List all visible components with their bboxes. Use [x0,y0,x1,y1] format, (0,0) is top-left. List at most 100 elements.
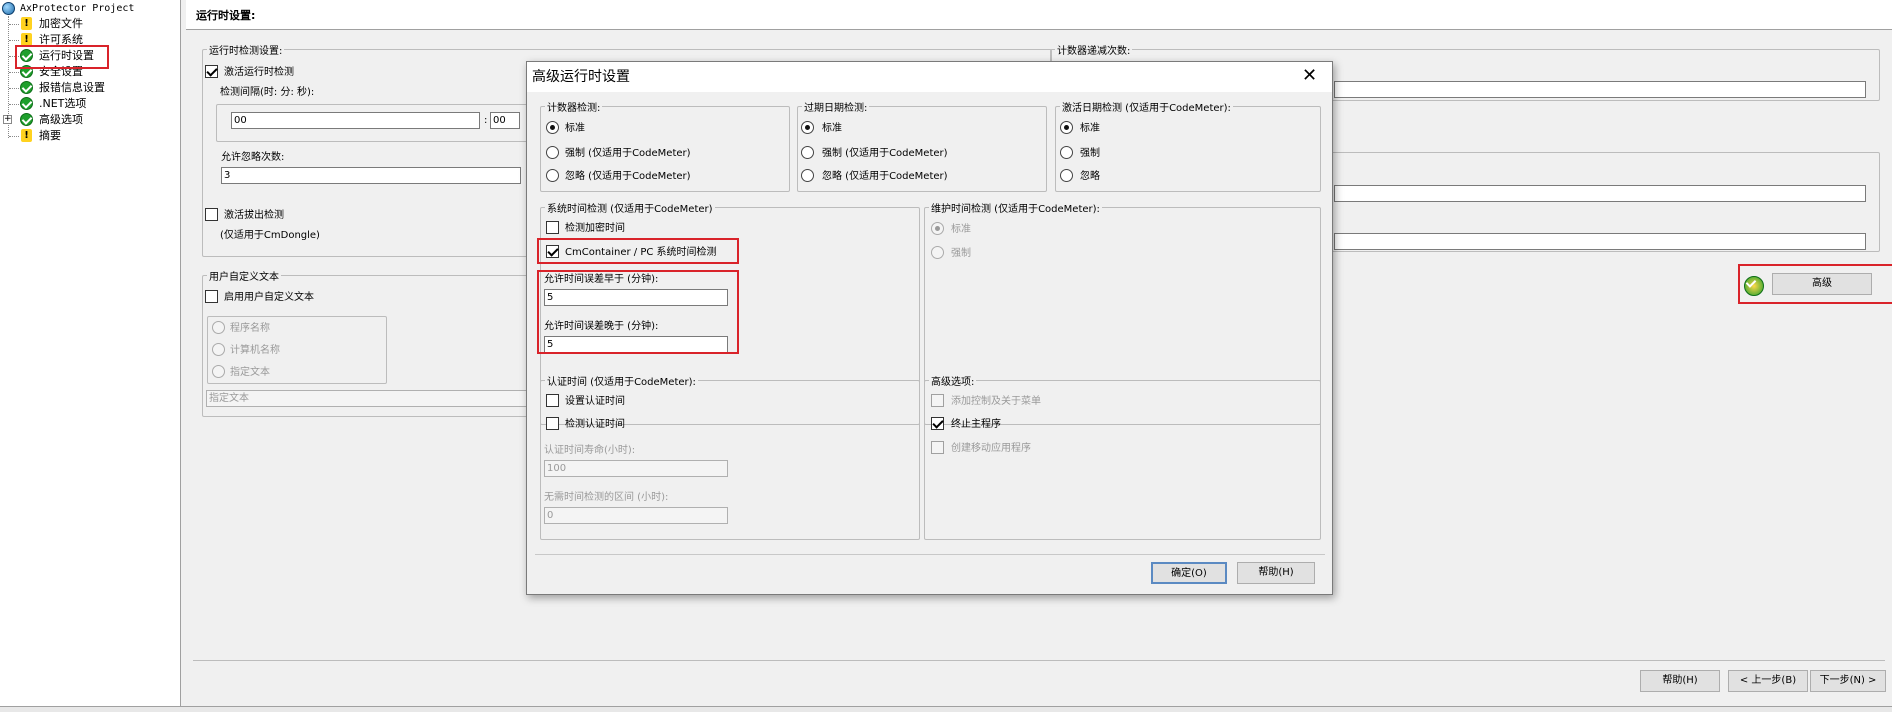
advanced-runtime-dialog[interactable]: 高级运行时设置 ✕ 计数器检测: 标准 强制 (仅适用于CodeMeter) 忽… [526,61,1333,595]
check-icon [20,113,33,126]
activate-unplug-label: 激活拔出检测 [224,210,284,221]
tree-item-encrypt-files[interactable]: 加密文件 [39,16,83,32]
activation-standard-radio[interactable] [1060,121,1073,134]
tree-item-dotnet-options[interactable]: .NET选项 [39,96,86,112]
group-title: 激活日期检测 (仅适用于CodeMeter): [1060,99,1233,114]
warning-icon: ! [21,17,32,30]
activation-standard-label: 标准 [1080,123,1100,134]
activation-ignore-radio[interactable] [1060,169,1073,182]
early-tolerance-label: 允许时间误差早于 (分钟): [544,274,659,285]
tree-item-license-system[interactable]: 许可系统 [39,32,83,48]
check-icon [20,65,33,78]
counter-ignore-radio[interactable] [546,169,559,182]
specified-text-radio[interactable] [212,365,225,378]
no-check-interval-input[interactable]: 0 [544,507,728,524]
group-title: 高级选项: [929,373,977,388]
counter-force-label: 强制 (仅适用于CodeMeter) [565,148,691,159]
activate-unplug-checkbox[interactable] [205,208,218,221]
group-title: 维护时间检测 (仅适用于CodeMeter): [929,200,1102,215]
check-encrypt-time-label: 检测加密时间 [565,223,625,234]
maintenance-force-radio[interactable] [931,246,944,259]
specified-text-label: 指定文本 [230,367,270,378]
tree-item-advanced-options[interactable]: 高级选项 [39,112,83,128]
right-input-1[interactable] [1334,185,1866,202]
activation-force-label: 强制 [1080,148,1100,159]
early-tolerance-input[interactable]: 5 [544,289,728,306]
check-icon [20,97,33,110]
interval-minutes-input[interactable]: 00 [490,112,520,129]
program-name-label: 程序名称 [230,323,270,334]
terminate-main-program-checkbox[interactable] [931,417,944,430]
computer-name-radio[interactable] [212,343,225,356]
expand-icon[interactable]: + [3,115,12,124]
certified-lifetime-label: 认证时间寿命(小时): [544,445,636,456]
create-mobile-app-label: 创建移动应用程序 [951,443,1031,454]
activation-ignore-label: 忽略 [1080,171,1100,182]
tree-item-security-settings[interactable]: 安全设置 [39,64,83,80]
no-check-interval-label: 无需时间检测的区间 (小时): [544,492,669,503]
check-certified-time-checkbox[interactable] [546,417,559,430]
expiry-standard-label: 标准 [822,123,842,134]
advanced-settings-icon [1744,276,1764,296]
group-title: 计数器递减次数: [1055,42,1133,57]
enable-user-text-checkbox[interactable] [205,290,218,303]
check-certified-time-label: 检测认证时间 [565,419,625,430]
maintenance-standard-radio[interactable] [931,222,944,235]
set-certified-time-label: 设置认证时间 [565,396,625,407]
close-icon[interactable]: ✕ [1302,66,1317,86]
enable-user-text-label: 启用用户自定义文本 [224,292,314,303]
add-control-menu-label: 添加控制及关于菜单 [951,396,1041,407]
tree-item-runtime-settings[interactable]: 运行时设置 [39,48,94,64]
expiry-ignore-label: 忽略 (仅适用于CodeMeter) [822,171,948,182]
status-bar [0,706,1892,712]
certified-lifetime-input[interactable]: 100 [544,460,728,477]
tree-root[interactable]: AxProtector Project [20,1,134,17]
right-input-2[interactable] [1334,233,1866,250]
expiry-standard-radio[interactable] [801,121,814,134]
counter-ignore-label: 忽略 (仅适用于CodeMeter) [565,171,691,182]
terminate-main-program-label: 终止主程序 [951,419,1001,430]
interval-hours-input[interactable]: 00 [231,112,480,129]
counter-force-radio[interactable] [546,146,559,159]
add-control-menu-checkbox[interactable] [931,394,944,407]
warning-icon: ! [21,33,32,46]
group-title: 系统时间检测 (仅适用于CodeMeter) [545,200,715,215]
group-title: 过期日期检测: [802,99,870,114]
counter-decrement-input[interactable] [1334,81,1866,98]
ignore-count-input[interactable]: 3 [221,167,521,184]
dialog-help-button[interactable]: 帮助(H) [1237,562,1315,584]
program-name-radio[interactable] [212,321,225,334]
dialog-titlebar[interactable]: 高级运行时设置 ✕ [527,62,1332,92]
advanced-button[interactable]: 高级 [1772,273,1872,295]
check-icon [20,81,33,94]
page-header: 运行时设置: [186,0,1892,30]
late-tolerance-input[interactable]: 5 [544,336,728,353]
group-title: 用户自定义文本 [207,268,281,283]
counter-standard-label: 标准 [565,123,585,134]
expiry-ignore-radio[interactable] [801,169,814,182]
group-title: 计数器检测: [545,99,603,114]
maintenance-force-label: 强制 [951,248,971,259]
tree-item-summary[interactable]: 摘要 [39,128,61,144]
check-icon [20,49,33,62]
project-tree[interactable]: AxProtector Project ! 加密文件 ! 许可系统 运行时设置 … [0,0,181,706]
expiry-force-radio[interactable] [801,146,814,159]
specified-text-input[interactable]: 指定文本 [206,390,542,407]
create-mobile-app-checkbox[interactable] [931,441,944,454]
globe-icon [2,2,15,15]
next-button[interactable]: 下一步(N) > [1810,670,1886,692]
ok-button[interactable]: 确定(O) [1151,562,1227,584]
activation-force-radio[interactable] [1060,146,1073,159]
tree-item-error-messages[interactable]: 报错信息设置 [39,80,105,96]
prev-button[interactable]: < 上一步(B) [1728,670,1808,692]
help-button[interactable]: 帮助(H) [1640,670,1720,692]
set-certified-time-checkbox[interactable] [546,394,559,407]
interval-label: 检测间隔(时: 分: 秒): [220,87,315,98]
unplug-note: (仅适用于CmDongle) [220,230,320,241]
check-encrypt-time-checkbox[interactable] [546,221,559,234]
counter-standard-radio[interactable] [546,121,559,134]
maintenance-standard-label: 标准 [951,224,971,235]
dialog-title: 高级运行时设置 [532,69,630,85]
activate-runtime-check-checkbox[interactable] [205,65,218,78]
cmcontainer-check-checkbox[interactable] [546,245,559,258]
